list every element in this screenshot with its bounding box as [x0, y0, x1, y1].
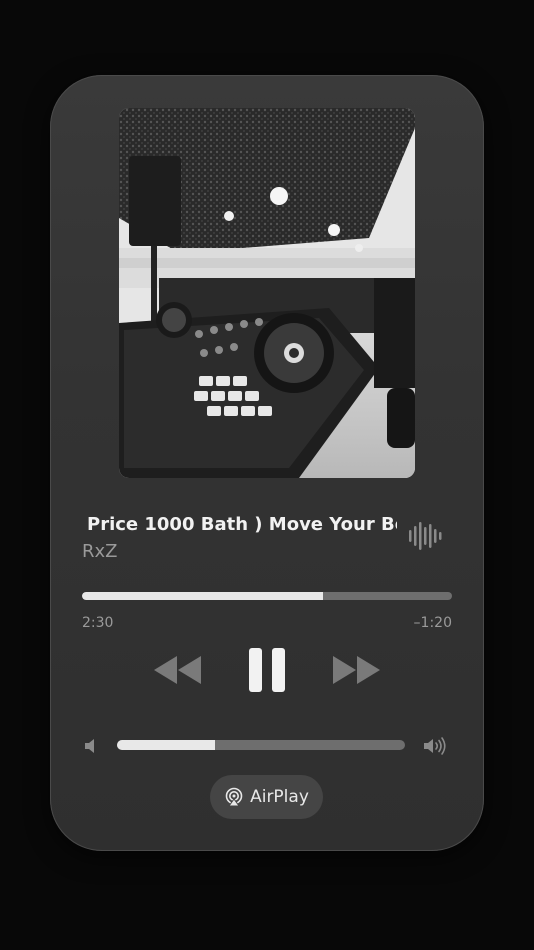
volume-fill [117, 740, 215, 750]
elapsed-time: 2:30 [82, 615, 114, 631]
rewind-icon[interactable] [152, 645, 202, 695]
artist-name[interactable]: RxZ [82, 541, 118, 562]
remaining-time: –1:20 [413, 615, 452, 631]
progress-fill [82, 592, 323, 600]
volume-slider[interactable] [117, 740, 405, 750]
airplay-label: AirPlay [250, 787, 309, 807]
pause-icon[interactable] [242, 645, 292, 695]
track-title-container: Price 1000 Bath ) Move Your Bo [87, 511, 397, 539]
album-artwork [119, 108, 415, 478]
airplay-icon [225, 787, 243, 807]
album-artwork-image [119, 108, 415, 478]
speaker-high-icon [424, 737, 446, 755]
airplay-button[interactable]: AirPlay [210, 775, 323, 819]
fast-forward-icon[interactable] [332, 645, 382, 695]
progress-scrubber[interactable] [82, 592, 452, 600]
now-playing-card: Price 1000 Bath ) Move Your Bo RxZ 2:30 … [50, 75, 484, 851]
speaker-low-icon [85, 739, 94, 753]
waveform-icon [409, 522, 442, 550]
track-title: Price 1000 Bath ) Move Your Bo [87, 514, 397, 535]
